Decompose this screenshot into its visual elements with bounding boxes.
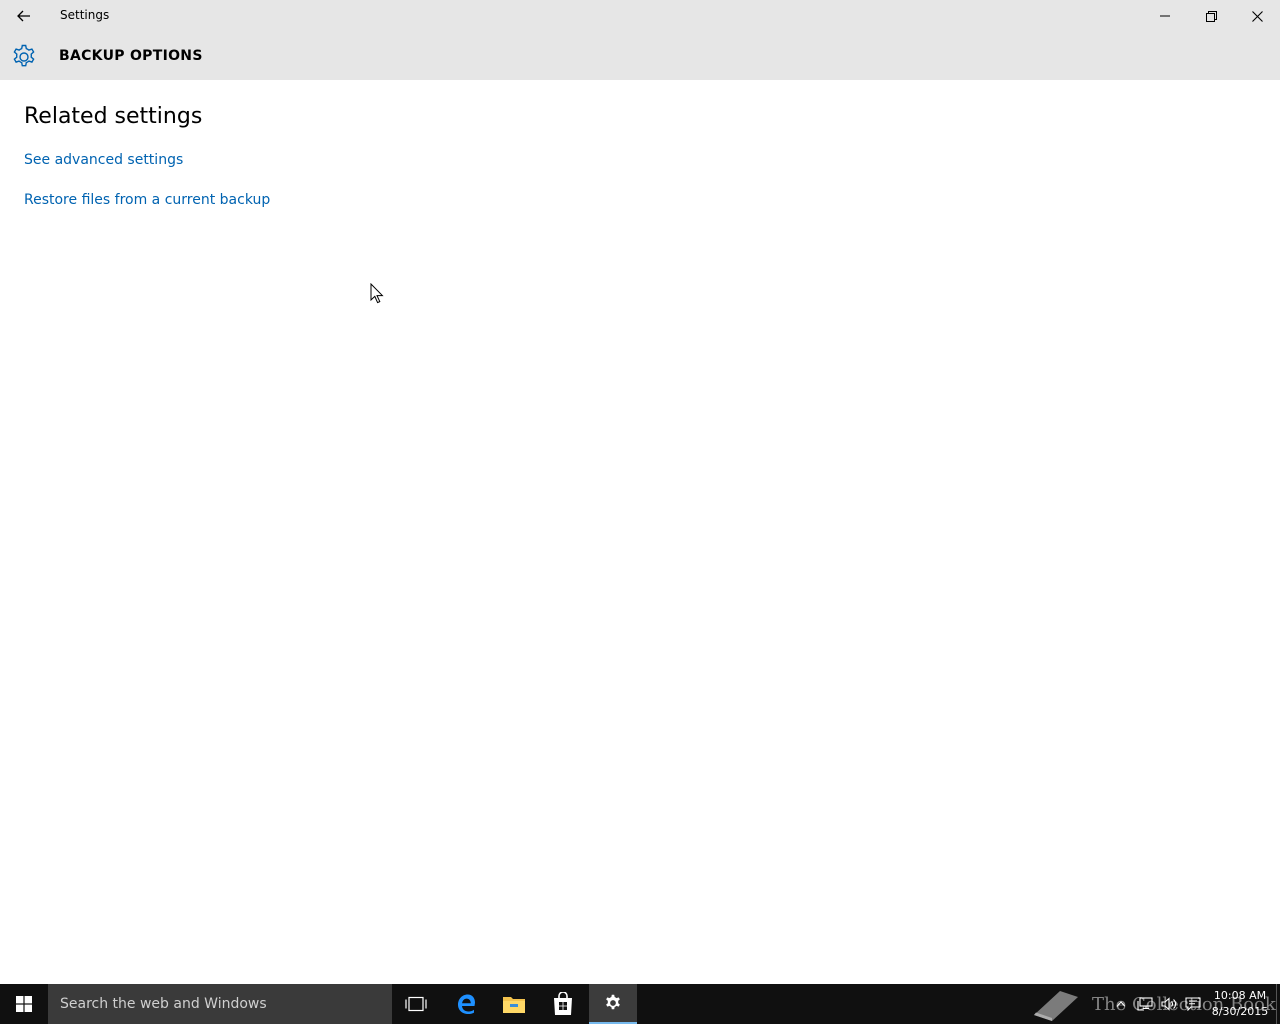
gear-icon (606, 994, 620, 1010)
restore-icon (1205, 10, 1217, 22)
book-icon (1034, 991, 1078, 1021)
mouse-cursor-icon (370, 283, 384, 304)
action-center-icon (1185, 997, 1201, 1011)
show-hidden-icons-button[interactable] (1110, 984, 1132, 1024)
close-button[interactable] (1234, 0, 1280, 32)
network-tray-button[interactable] (1134, 984, 1156, 1024)
folder-icon (503, 997, 525, 1013)
file-explorer-button[interactable] (490, 984, 538, 1024)
minimize-icon (1160, 15, 1170, 17)
title-bar: Settings (0, 0, 1280, 32)
page-header: BACKUP OPTIONS (0, 32, 1280, 80)
back-button[interactable] (0, 0, 48, 32)
store-taskbar-button[interactable] (539, 984, 587, 1024)
store-icon (554, 992, 572, 1015)
app-title: Settings (60, 8, 110, 22)
task-view-button[interactable] (392, 984, 440, 1024)
restore-button[interactable] (1188, 0, 1234, 32)
task-view-icon (405, 996, 427, 1012)
action-center-button[interactable] (1182, 984, 1204, 1024)
settings-taskbar-button[interactable] (589, 984, 637, 1024)
clock-date: 8/30/2015 (1211, 1005, 1269, 1018)
minimize-button[interactable] (1142, 0, 1188, 32)
clock-time: 10:08 AM (1213, 989, 1267, 1002)
network-icon (1137, 997, 1153, 1011)
close-icon (1251, 10, 1263, 22)
volume-tray-button[interactable] (1158, 984, 1180, 1024)
taskbar-search-input[interactable] (48, 984, 392, 1024)
volume-icon (1161, 997, 1176, 1011)
show-desktop-button[interactable] (1276, 984, 1280, 1024)
see-advanced-settings-link[interactable]: See advanced settings (24, 152, 183, 168)
settings-window: Settings BACKUP OPTIONS Related settings… (0, 0, 1280, 984)
gear-icon (13, 44, 35, 67)
taskbar: The Collection Book 10:08 AM 8/30/2015 (0, 984, 1280, 1024)
related-settings-heading: Related settings (24, 104, 203, 129)
edge-taskbar-button[interactable] (442, 984, 490, 1024)
page-title: BACKUP OPTIONS (59, 48, 203, 64)
taskbar-clock[interactable]: 10:08 AM 8/30/2015 (1206, 988, 1274, 1020)
chevron-up-icon (1116, 1001, 1126, 1007)
windows-logo-icon (16, 996, 32, 1012)
arrow-left-icon (17, 10, 30, 22)
edge-icon (458, 994, 475, 1014)
restore-files-link[interactable]: Restore files from a current backup (24, 192, 270, 208)
start-button[interactable] (0, 984, 48, 1024)
